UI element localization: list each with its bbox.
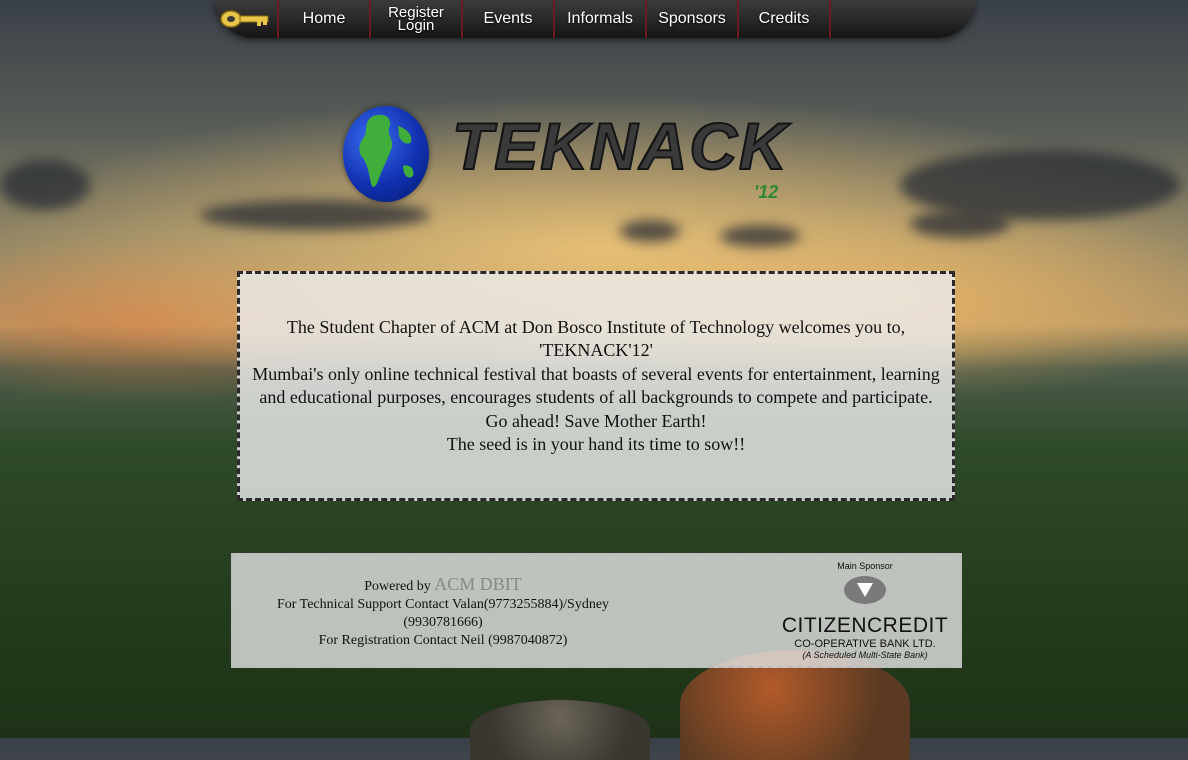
welcome-line: 'TEKNACK'12'	[539, 340, 653, 360]
logo-year: '12	[754, 182, 779, 202]
footer-contact-info: Powered by ACM DBIT For Technical Suppor…	[253, 575, 633, 650]
powered-by-label: Powered by	[364, 579, 431, 594]
sponsor-emblem-icon	[780, 575, 950, 610]
background-cloud	[910, 210, 1010, 238]
acm-dbit-link[interactable]: ACM DBIT	[434, 574, 522, 594]
nav-credits-label: Credits	[758, 10, 810, 27]
background-rock	[470, 700, 650, 760]
nav-register-login-link[interactable]: Register Login	[369, 0, 461, 38]
nav-credits-link[interactable]: Credits	[737, 0, 829, 38]
sponsor-tagline: (A Scheduled Multi-State Bank)	[802, 650, 928, 660]
background-cloud	[0, 160, 90, 210]
footer-box: Powered by ACM DBIT For Technical Suppor…	[231, 553, 962, 668]
welcome-message-box: The Student Chapter of ACM at Don Bosco …	[237, 271, 955, 501]
nav-login-label: Login	[397, 17, 435, 34]
nav-informals-label: Informals	[567, 10, 633, 27]
tech-support-contact: For Technical Support Contact Valan(9773…	[276, 597, 610, 630]
sponsor-subtitle: CO-OPERATIVE BANK LTD.	[794, 638, 936, 650]
logo-wordmark: TEKNACK	[451, 108, 789, 184]
welcome-line: The Student Chapter of ACM at Don Bosco …	[286, 316, 906, 337]
nav-home-label: Home	[302, 10, 346, 27]
background-cloud	[900, 150, 1180, 220]
nav-sponsors-label: Sponsors	[658, 10, 726, 27]
welcome-line: Go ahead! Save Mother Earth!	[485, 410, 707, 431]
nav-events-link[interactable]: Events	[461, 0, 553, 38]
key-icon	[215, 8, 277, 30]
background-cloud	[720, 225, 800, 247]
globe-icon	[343, 106, 429, 202]
main-sponsor-logo[interactable]: Main Sponsor CITIZENCREDIT CO-OPERATIVE …	[780, 561, 950, 660]
nav-sponsors-link[interactable]: Sponsors	[645, 0, 737, 38]
teknack-logo: TEKNACK '12	[340, 100, 820, 210]
registration-contact: For Registration Contact Neil (998704087…	[318, 633, 568, 648]
nav-bar-end	[829, 0, 975, 38]
nav-informals-link[interactable]: Informals	[553, 0, 645, 38]
powered-by-line: Powered by ACM DBIT	[253, 575, 633, 596]
background-cloud	[620, 220, 680, 242]
nav-events-label: Events	[483, 10, 533, 27]
top-navigation-bar: Home Register Login Events Informals Spo…	[215, 0, 975, 38]
sponsor-brand-name: CITIZENCREDIT	[781, 614, 949, 637]
welcome-line: The seed is in your hand its time to sow…	[446, 434, 746, 454]
welcome-line: Mumbai's only online technical festival …	[252, 363, 940, 408]
nav-home-link[interactable]: Home	[277, 0, 369, 38]
main-sponsor-label: Main Sponsor	[837, 561, 893, 571]
